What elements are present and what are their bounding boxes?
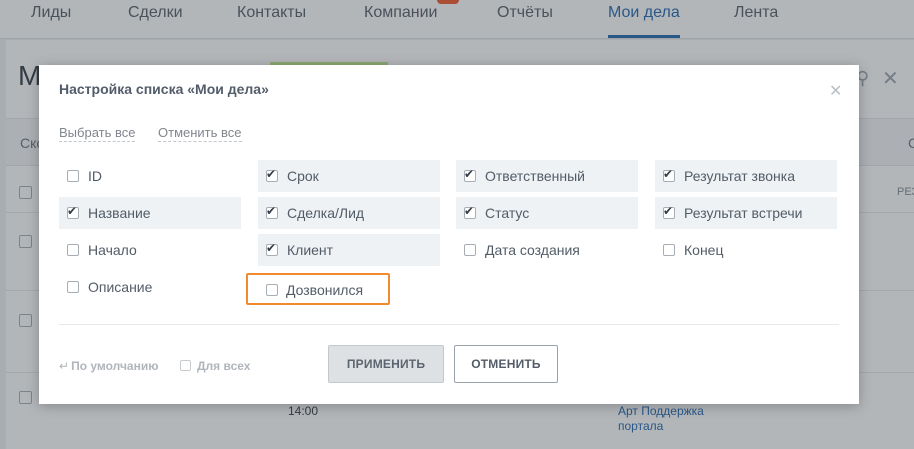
checkmark-icon: ✔ xyxy=(464,204,475,218)
option-label: Результат звонка xyxy=(684,168,795,184)
list-settings-dialog: Настройка списка «Мои дела» ✕ Выбрать вс… xyxy=(39,65,859,404)
option-checkbox[interactable]: ✔ xyxy=(266,284,278,296)
option-label: Клиент xyxy=(287,242,334,258)
checkmark-icon: ✔ xyxy=(266,204,277,218)
option-label: Статус xyxy=(485,205,530,221)
column-option[interactable]: ✔ Описание xyxy=(59,271,241,303)
column-option[interactable]: ✔ Название xyxy=(59,197,241,229)
option-label: Ответственный xyxy=(485,168,585,184)
column-option[interactable]: ✔ Срок xyxy=(258,160,440,192)
option-checkbox[interactable]: ✔ xyxy=(266,167,278,182)
option-label: Название xyxy=(88,205,151,221)
column-option[interactable]: ✔ Результат звонка xyxy=(655,160,837,192)
option-label: Дозвонился xyxy=(286,282,364,298)
option-label: Дата создания xyxy=(485,242,580,258)
checkmark-icon: ✔ xyxy=(67,204,78,218)
option-label: Результат встречи xyxy=(684,205,803,221)
checkmark-icon: ✔ xyxy=(464,167,475,181)
reset-default-link[interactable]: ↵ По умолчанию xyxy=(59,359,158,373)
option-checkbox[interactable]: ✔ xyxy=(67,281,79,293)
option-label: Начало xyxy=(88,242,137,258)
checkmark-icon: ✔ xyxy=(663,167,674,181)
checkmark-icon: ✔ xyxy=(266,241,277,255)
select-all-link[interactable]: Выбрать все xyxy=(59,125,136,142)
option-label: Описание xyxy=(88,279,153,295)
checkmark-icon: ✔ xyxy=(266,167,277,181)
option-checkbox[interactable]: ✔ xyxy=(266,241,278,256)
option-label: ID xyxy=(88,168,102,184)
option-checkbox[interactable]: ✔ xyxy=(67,170,79,182)
column-option[interactable]: ✔ Ответственный xyxy=(456,160,638,192)
column-option[interactable]: ✔ Клиент xyxy=(258,234,440,266)
option-checkbox[interactable]: ✔ xyxy=(266,204,278,219)
option-checkbox[interactable]: ✔ xyxy=(464,244,476,256)
column-option[interactable]: ✔ Сделка/Лид xyxy=(258,197,440,229)
reset-default-label: По умолчанию xyxy=(71,359,159,373)
apply-button[interactable]: ПРИМЕНИТЬ xyxy=(328,345,444,383)
option-checkbox[interactable]: ✔ xyxy=(464,204,476,219)
column-option[interactable]: ✔ Результат встречи xyxy=(655,197,837,229)
dialog-title: Настройка списка «Мои дела» xyxy=(59,81,269,97)
column-option[interactable]: ✔ Статус xyxy=(456,197,638,229)
option-checkbox[interactable]: ✔ xyxy=(464,167,476,182)
column-option[interactable]: ✔ Дата создания xyxy=(456,234,638,266)
option-label: Конец xyxy=(684,242,724,258)
for-all-checkbox-box[interactable] xyxy=(180,360,191,371)
dialog-divider xyxy=(59,324,839,325)
option-label: Срок xyxy=(287,168,319,184)
option-checkbox[interactable]: ✔ xyxy=(663,244,675,256)
deselect-all-link[interactable]: Отменить все xyxy=(158,125,242,142)
column-option[interactable]: ✔ ID xyxy=(59,160,241,192)
option-checkbox[interactable]: ✔ xyxy=(663,204,675,219)
return-arrow-icon: ↵ xyxy=(59,359,70,373)
option-checkbox[interactable]: ✔ xyxy=(67,204,79,219)
option-label: Сделка/Лид xyxy=(287,205,365,221)
cancel-button[interactable]: ОТМЕНИТЬ xyxy=(454,345,558,383)
column-option[interactable]: ✔ Конец xyxy=(655,234,837,266)
dialog-close-icon[interactable]: ✕ xyxy=(829,81,842,101)
column-option[interactable]: ✔ Дозвонился xyxy=(246,273,390,305)
column-option[interactable]: ✔ Начало xyxy=(59,234,241,266)
checkmark-icon: ✔ xyxy=(663,204,674,218)
for-all-label: Для всех xyxy=(197,359,251,373)
option-checkbox[interactable]: ✔ xyxy=(663,167,675,182)
option-checkbox[interactable]: ✔ xyxy=(67,244,79,256)
